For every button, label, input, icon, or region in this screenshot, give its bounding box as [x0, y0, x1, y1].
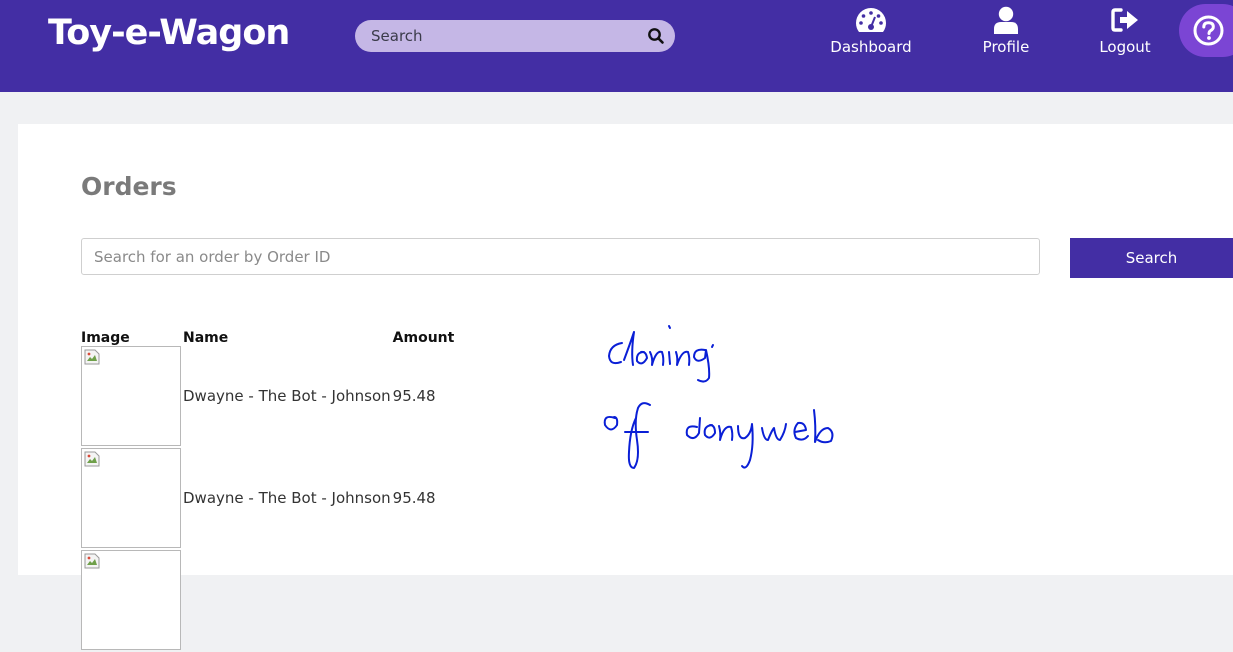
nav-logout[interactable]: Logout: [1094, 6, 1156, 56]
help-button[interactable]: [1179, 4, 1233, 57]
header-search: [355, 20, 675, 52]
question-circle-icon: [1193, 15, 1224, 46]
user-icon: [994, 6, 1018, 34]
table-row[interactable]: [81, 550, 456, 652]
table-row[interactable]: Dwayne - The Bot - Johnson 95.48: [81, 346, 456, 448]
column-header-image: Image: [81, 330, 130, 346]
order-image-cell: [81, 448, 183, 550]
brand-logo[interactable]: Toy-e-Wagon: [48, 13, 290, 53]
product-image: [81, 346, 181, 446]
sign-out-icon: [1111, 8, 1138, 32]
orders-table: Image Name Amount Dwayne - The Bot - Joh…: [81, 326, 456, 652]
broken-image-icon: [84, 553, 100, 569]
orders-card: Orders Search Image Name Amount: [18, 124, 1233, 650]
order-image-cell: [81, 346, 183, 448]
order-id-search-input[interactable]: [81, 238, 1040, 275]
order-amount: [393, 550, 457, 652]
header-search-input[interactable]: [371, 20, 631, 52]
column-header-name: Name: [183, 330, 229, 346]
nav-profile[interactable]: Profile: [975, 6, 1037, 56]
nav-profile-label: Profile: [982, 38, 1030, 56]
nav-dashboard-label: Dashboard: [830, 38, 912, 56]
page-title: Orders: [81, 172, 177, 201]
order-name: Dwayne - The Bot - Johnson: [183, 489, 391, 507]
nav-logout-label: Logout: [1099, 38, 1151, 56]
search-button[interactable]: Search: [1070, 238, 1233, 278]
nav-dashboard[interactable]: Dashboard: [830, 6, 912, 56]
gauge-icon: [856, 8, 886, 32]
product-image: [81, 448, 181, 548]
order-name: Dwayne - The Bot - Johnson: [183, 387, 391, 405]
top-navbar: Toy-e-Wagon Dashboard Profile: [0, 0, 1233, 92]
order-amount: 95.48: [392, 387, 436, 405]
order-amount: 95.48: [392, 489, 436, 507]
broken-image-icon: [84, 349, 100, 365]
table-header-row: Image Name Amount: [81, 326, 456, 346]
order-image-cell: [81, 550, 183, 652]
product-image: [81, 550, 181, 650]
table-row[interactable]: Dwayne - The Bot - Johnson 95.48: [81, 448, 456, 550]
order-name: [183, 550, 393, 652]
magnifier-icon[interactable]: [647, 27, 665, 45]
broken-image-icon: [84, 451, 100, 467]
column-header-amount: Amount: [392, 330, 455, 346]
